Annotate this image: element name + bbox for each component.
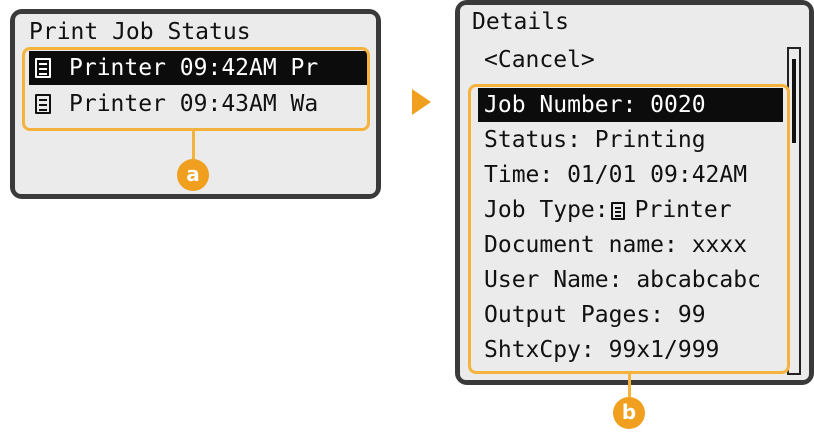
screen-title: Details [472, 9, 569, 35]
details-highlight [468, 84, 790, 374]
job-list-highlight [22, 47, 370, 131]
callout-badge-b: b [613, 397, 645, 429]
next-arrow-icon [412, 89, 431, 115]
scrollbar-thumb[interactable] [792, 59, 796, 143]
cancel-button[interactable]: <Cancel> [478, 43, 778, 77]
callout-badge-a: a [177, 159, 209, 191]
screen-title: Print Job Status [29, 19, 251, 45]
callout-b-stem [628, 374, 631, 397]
callout-a-stem [192, 131, 195, 159]
